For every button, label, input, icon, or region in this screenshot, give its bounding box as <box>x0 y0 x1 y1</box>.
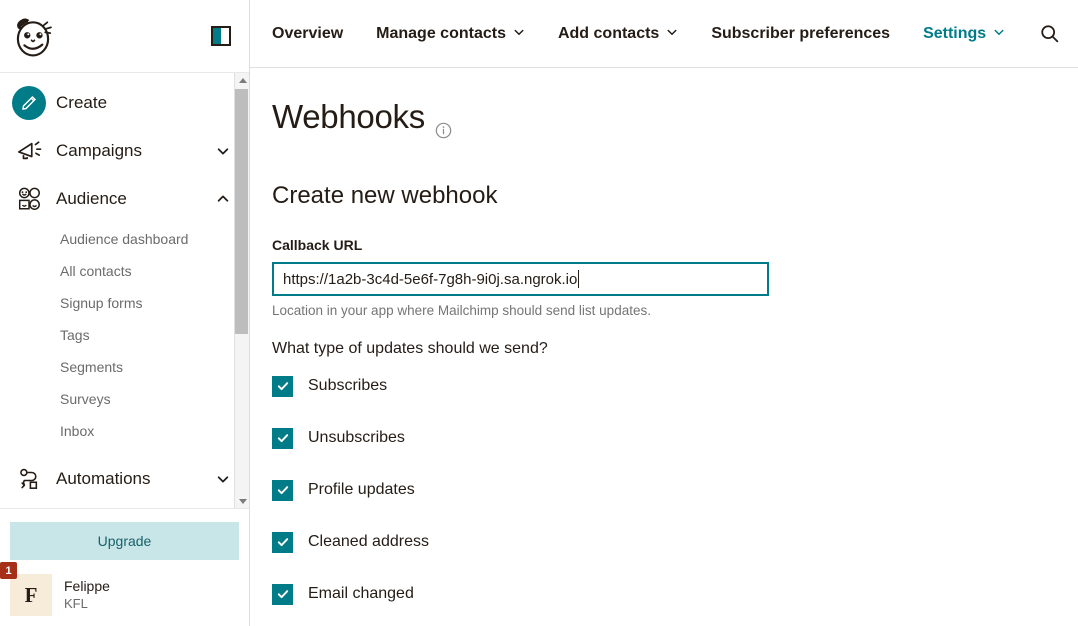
top-nav: Overview Manage contacts Add contacts Su… <box>250 0 1078 68</box>
checkbox-subscribes[interactable] <box>272 375 293 397</box>
checkbox-row-cleaned-address[interactable]: Cleaned address <box>272 528 1056 556</box>
automations-icon <box>10 466 48 492</box>
sidebar-item-audience[interactable]: Audience <box>0 175 249 223</box>
tab-subscriber-preferences-label: Subscriber preferences <box>711 24 891 42</box>
chevron-down-icon[interactable] <box>215 472 231 486</box>
page-body: Webhooks Create new webhook Callback URL… <box>250 68 1078 608</box>
tab-settings-label: Settings <box>923 24 987 42</box>
panel-toggle-icon[interactable] <box>211 26 231 46</box>
sidebar-item-audience-dashboard[interactable]: Audience dashboard <box>0 223 249 255</box>
sidebar-nav: Create Campaigns Audience Audience dashb… <box>0 73 249 503</box>
checkbox-label-unsubscribes: Unsubscribes <box>308 429 405 446</box>
scroll-up-arrow-icon[interactable] <box>235 73 249 87</box>
sidebar-item-automations[interactable]: Automations <box>0 455 249 503</box>
notification-badge: 1 <box>0 562 17 579</box>
sidebar-scrollbar[interactable] <box>234 73 249 508</box>
user-meta: Felippe KFL <box>52 578 110 612</box>
sidebar-item-inbox[interactable]: Inbox <box>0 415 249 447</box>
sidebar-header <box>0 0 249 72</box>
sidebar-item-campaigns-label: Campaigns <box>56 141 142 160</box>
sidebar-item-segments[interactable]: Segments <box>0 351 249 383</box>
checkbox-row-subscribes[interactable]: Subscribes <box>272 372 1056 400</box>
sidebar-item-create[interactable]: Create <box>0 79 249 127</box>
sidebar-item-all-contacts[interactable]: All contacts <box>0 255 249 287</box>
callback-url-help-text: Location in your app where Mailchimp sho… <box>272 303 651 318</box>
checkbox-unsubscribes[interactable] <box>272 427 293 449</box>
sidebar-scrollbar-thumb[interactable] <box>235 89 248 334</box>
checkbox-label-profile-updates: Profile updates <box>308 481 415 498</box>
checkbox-row-profile-updates[interactable]: Profile updates <box>272 476 1056 504</box>
chevron-down-icon <box>993 25 1005 43</box>
sidebar-scroll-area: Create Campaigns Audience Audience dashb… <box>0 72 249 508</box>
update-types-list: Subscribes Unsubscribes Profile updates <box>272 372 1056 608</box>
search-icon[interactable] <box>1038 19 1060 49</box>
panel-toggle-filled-half <box>213 28 221 44</box>
sidebar-item-signup-forms[interactable]: Signup forms <box>0 287 249 319</box>
tab-add-contacts[interactable]: Add contacts <box>558 25 678 43</box>
chevron-down-icon <box>513 25 525 43</box>
chevron-up-icon[interactable] <box>215 192 231 206</box>
sidebar-item-create-label: Create <box>56 93 108 112</box>
checkbox-label-email-changed: Email changed <box>308 585 414 602</box>
checkbox-label-subscribes: Subscribes <box>308 377 388 394</box>
checkbox-email-changed[interactable] <box>272 583 293 605</box>
sidebar-footer: Upgrade 1 F Felippe KFL <box>0 508 249 626</box>
section-title: Create new webhook <box>272 182 498 209</box>
sidebar-item-tags[interactable]: Tags <box>0 319 249 351</box>
tab-manage-contacts-label: Manage contacts <box>376 24 506 42</box>
app-root: Create Campaigns Audience Audience dashb… <box>0 0 1078 626</box>
tab-subscriber-preferences[interactable]: Subscriber preferences <box>711 25 890 43</box>
user-org: KFL <box>64 595 88 611</box>
avatar: F <box>10 574 52 616</box>
audience-subnav: Audience dashboard All contacts Signup f… <box>0 223 249 447</box>
tab-settings[interactable]: Settings <box>923 25 1005 43</box>
sidebar-item-campaigns[interactable]: Campaigns <box>0 127 249 175</box>
pencil-icon <box>12 86 46 120</box>
avatar-wrap: 1 F <box>0 562 52 616</box>
upgrade-button[interactable]: Upgrade <box>10 522 239 560</box>
sidebar-item-audience-label: Audience <box>56 189 127 208</box>
checkbox-label-cleaned-address: Cleaned address <box>308 533 429 550</box>
mailchimp-freddie-logo[interactable] <box>10 13 56 59</box>
tab-manage-contacts[interactable]: Manage contacts <box>376 25 525 43</box>
main-content: Overview Manage contacts Add contacts Su… <box>250 0 1078 626</box>
checkbox-row-unsubscribes[interactable]: Unsubscribes <box>272 424 1056 452</box>
pencil-icon-wrap <box>10 86 48 120</box>
checkbox-profile-updates[interactable] <box>272 479 293 501</box>
chevron-down-icon <box>666 25 678 43</box>
panel-toggle-empty-half <box>221 28 229 44</box>
sidebar: Create Campaigns Audience Audience dashb… <box>0 0 250 626</box>
sidebar-item-automations-label: Automations <box>56 469 151 488</box>
info-icon[interactable] <box>435 109 452 138</box>
update-types-question: What type of updates should we send? <box>272 340 548 357</box>
user-account-row[interactable]: 1 F Felippe KFL <box>0 562 249 626</box>
megaphone-icon <box>10 139 48 163</box>
tab-overview-label: Overview <box>272 24 344 42</box>
tab-overview[interactable]: Overview <box>272 25 343 43</box>
callback-url-label: Callback URL <box>272 237 363 253</box>
page-title: Webhooks <box>272 98 1056 138</box>
checkbox-cleaned-address[interactable] <box>272 531 293 553</box>
scroll-down-arrow-icon[interactable] <box>235 494 249 508</box>
callback-url-value: https://1a2b-3c4d-5e6f-7g8h-9i0j.sa.ngro… <box>283 270 578 288</box>
text-cursor <box>578 270 580 288</box>
checkbox-row-email-changed[interactable]: Email changed <box>272 580 1056 608</box>
user-name: Felippe <box>64 578 110 595</box>
audience-icon <box>10 186 48 212</box>
page-title-text: Webhooks <box>272 98 425 135</box>
tab-add-contacts-label: Add contacts <box>557 24 660 42</box>
callback-url-input[interactable]: https://1a2b-3c4d-5e6f-7g8h-9i0j.sa.ngro… <box>272 262 769 296</box>
sidebar-item-surveys[interactable]: Surveys <box>0 383 249 415</box>
chevron-down-icon[interactable] <box>215 144 231 158</box>
